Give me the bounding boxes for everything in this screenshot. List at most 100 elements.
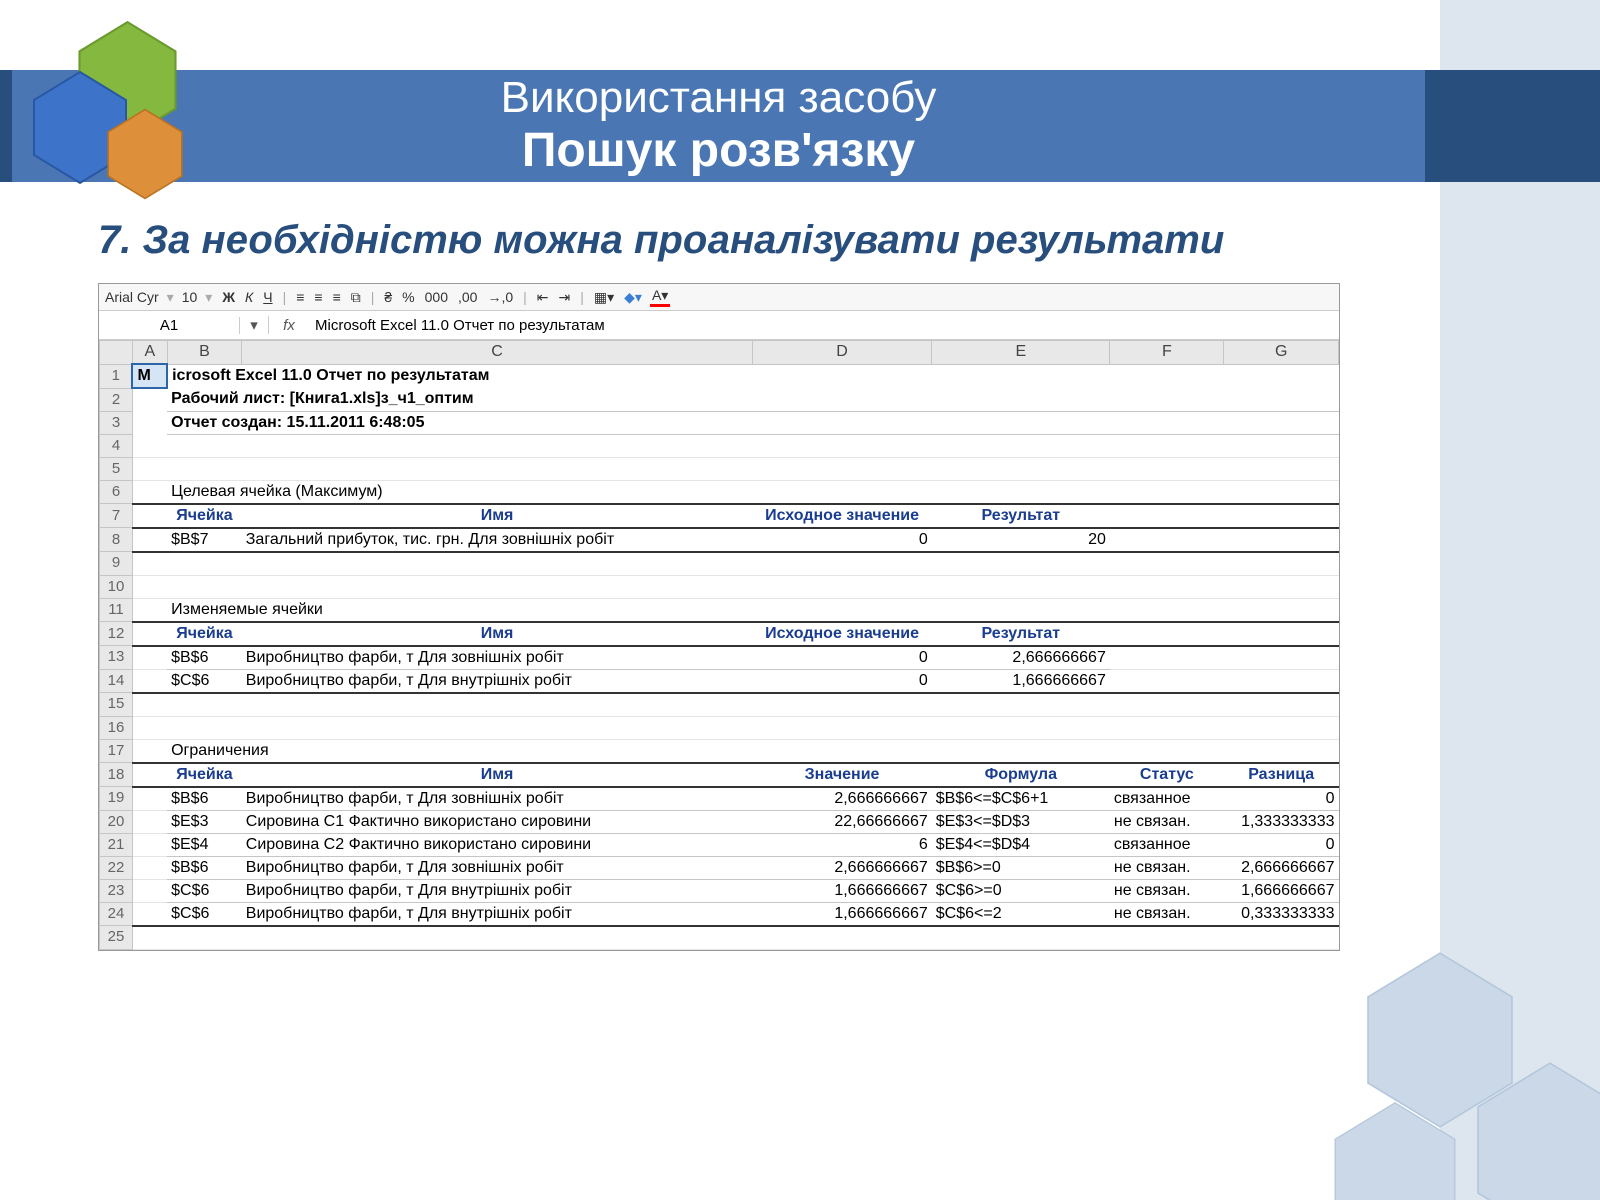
cell: Имя xyxy=(242,504,753,528)
table-row: 14$C$6Виробництво фарби, т Для внутрішні… xyxy=(100,669,1339,693)
spreadsheet-grid: A B C D E F G 1Microsoft Excel 11.0 Отче… xyxy=(99,340,1339,950)
dec-inc-icon: ,00 xyxy=(456,289,479,305)
cell: Разница xyxy=(1224,763,1339,787)
slide: Використання засобу Пошук розв'язку 7. З… xyxy=(0,0,1600,1200)
cell xyxy=(1224,693,1339,717)
cell: 20 xyxy=(932,528,1110,552)
table-row: 20$E$3Сировина С1 Фактично використано с… xyxy=(100,810,1339,833)
row-header: 23 xyxy=(100,879,133,902)
col-header: D xyxy=(752,341,931,365)
formula-bar: A1 ▾ fx Microsoft Excel 11.0 Отчет по ре… xyxy=(99,311,1339,340)
cell xyxy=(167,434,242,457)
cell xyxy=(1224,457,1339,480)
cell xyxy=(752,575,931,598)
cell: не связан. xyxy=(1110,879,1224,902)
thousand-icon: 000 xyxy=(423,289,450,305)
cell xyxy=(1224,528,1339,552)
cell: $B$6 xyxy=(167,856,242,879)
cell: $C$6 xyxy=(167,879,242,902)
cell xyxy=(132,739,167,763)
cell xyxy=(752,693,931,717)
col-header: A xyxy=(132,341,167,365)
cell: 1,666666667 xyxy=(752,902,931,926)
cell: Виробництво фарби, т Для внутрішніх робі… xyxy=(242,669,753,693)
cell: Имя xyxy=(242,622,753,646)
cell xyxy=(1110,622,1224,646)
cell xyxy=(167,457,242,480)
cell: 22,66666667 xyxy=(752,810,931,833)
cell xyxy=(1110,504,1224,528)
col-header: F xyxy=(1110,341,1224,365)
cell: 1,666666667 xyxy=(752,879,931,902)
borders-icon: ▦▾ xyxy=(592,289,616,306)
cell: Виробництво фарби, т Для внутрішніх робі… xyxy=(242,902,753,926)
cell: 2,666666667 xyxy=(752,856,931,879)
step-title: 7. За необхідністю можна проаналізувати … xyxy=(98,218,1224,263)
table-row: 4 xyxy=(100,434,1339,457)
cell: 0 xyxy=(1224,833,1339,856)
cell: $C$6>=0 xyxy=(932,879,1110,902)
cell: связанное xyxy=(1110,833,1224,856)
cell xyxy=(1110,434,1224,457)
cell: Имя xyxy=(242,763,753,787)
sep-icon: | xyxy=(281,289,289,305)
row-header: 2 xyxy=(100,388,133,411)
excel-toolbar: Arial Cyr ▾ 10 ▾ Ж К Ч | ≡ ≡ ≡ ⧉ | ₴ % 0… xyxy=(99,284,1339,311)
table-row: 19$B$6Виробництво фарби, т Для зовнішніх… xyxy=(100,787,1339,811)
row-header: 8 xyxy=(100,528,133,552)
table-row: 6Целевая ячейка (Максимум) xyxy=(100,480,1339,504)
cell: 1,666666667 xyxy=(932,669,1110,693)
cell xyxy=(132,504,167,528)
table-row: 3Отчет создан: 15.11.2011 6:48:05 xyxy=(100,411,1339,434)
name-box: A1 xyxy=(99,317,240,334)
row-header: 13 xyxy=(100,646,133,670)
cell: связанное xyxy=(1110,787,1224,811)
table-row: 2 Рабочий лист: [Книга1.xls]з_ч1_оптим xyxy=(100,388,1339,411)
cell xyxy=(1224,622,1339,646)
table-row: 10 xyxy=(100,575,1339,598)
table-row: 13$B$6Виробництво фарби, т Для зовнішніх… xyxy=(100,646,1339,670)
cell xyxy=(1224,716,1339,739)
formula-value: Microsoft Excel 11.0 Отчет по результата… xyxy=(309,317,605,334)
cell: не связан. xyxy=(1110,856,1224,879)
sep-icon: ▾ xyxy=(165,289,176,306)
cell: 0 xyxy=(1224,787,1339,811)
cell: Целевая ячейка (Максимум) xyxy=(167,480,1338,504)
cell: 2,666666667 xyxy=(1224,856,1339,879)
table-row: 11Изменяемые ячейки xyxy=(100,598,1339,622)
cell: Загальний прибуток, тис. грн. Для зовніш… xyxy=(242,528,753,552)
cell: Ячейка xyxy=(167,622,242,646)
indent-dec-icon: ⇤ xyxy=(535,289,551,306)
cell: Исходное значение xyxy=(752,622,931,646)
row-header: 5 xyxy=(100,457,133,480)
cell: Рабочий лист: [Книга1.xls]з_ч1_оптим xyxy=(167,388,1338,411)
table-row: 9 xyxy=(100,552,1339,576)
table-row: 22$B$6Виробництво фарби, т Для зовнішніх… xyxy=(100,856,1339,879)
header-box: Використання засобу Пошук розв'язку xyxy=(12,70,1425,182)
cell: Статус xyxy=(1110,763,1224,787)
cell xyxy=(932,434,1110,457)
cell xyxy=(132,575,167,598)
cell xyxy=(932,552,1110,576)
sep-icon: | xyxy=(521,289,529,305)
hexagon-orange-icon xyxy=(105,108,185,200)
name-box-dropdown-icon: ▾ xyxy=(240,316,269,334)
cell: Сировина С2 Фактично використано сировин… xyxy=(242,833,753,856)
table-row: 5 xyxy=(100,457,1339,480)
cell xyxy=(132,598,167,622)
row-header: 16 xyxy=(100,716,133,739)
cell xyxy=(132,716,167,739)
row-header: 1 xyxy=(100,364,133,388)
row-header: 20 xyxy=(100,810,133,833)
cell: Изменяемые ячейки xyxy=(167,598,1338,622)
cell: Результат xyxy=(932,504,1110,528)
currency-icon: ₴ xyxy=(382,289,394,305)
cell xyxy=(1224,669,1339,693)
cell: Ячейка xyxy=(167,504,242,528)
cell: 1,333333333 xyxy=(1224,810,1339,833)
align-center-icon: ≡ xyxy=(312,289,324,305)
cell: Отчет создан: 15.11.2011 6:48:05 xyxy=(167,411,1338,434)
slide-title-line2: Пошук розв'язку xyxy=(522,125,915,178)
cell xyxy=(132,693,167,717)
table-row: 15 xyxy=(100,693,1339,717)
